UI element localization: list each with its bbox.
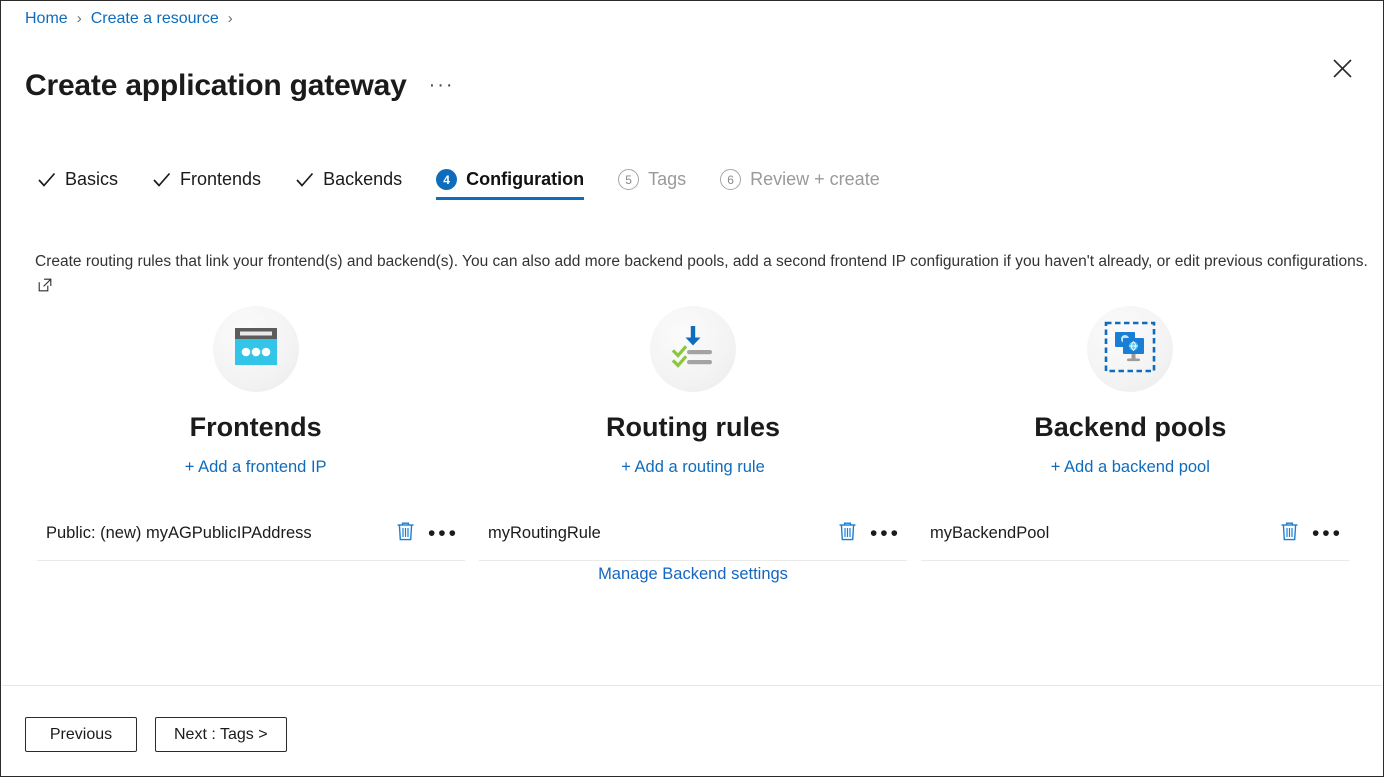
check-icon — [37, 170, 56, 189]
column-frontends-title: Frontends — [190, 410, 322, 444]
backend-pools-icon-circle — [1087, 306, 1173, 392]
column-backend-pools-title: Backend pools — [1034, 410, 1226, 444]
step-number-badge: 5 — [618, 169, 639, 190]
delete-backend-pool-button[interactable] — [1277, 521, 1303, 547]
trash-icon — [838, 521, 857, 546]
breadcrumb-separator-icon-2: › — [228, 8, 233, 30]
title-row: Create application gateway ··· — [25, 45, 455, 127]
tab-review-create[interactable]: 6 Review + create — [720, 169, 880, 200]
column-routing-rules-title: Routing rules — [606, 410, 780, 444]
tab-configuration-label: Configuration — [466, 169, 584, 190]
external-link-icon[interactable] — [38, 275, 52, 300]
page-description: Create routing rules that link your fron… — [35, 249, 1373, 300]
backend-pool-item-actions: ••• — [1277, 521, 1349, 547]
column-backend-pools: Backend pools + Add a backend pool — [912, 306, 1349, 477]
frontends-window-icon — [232, 325, 280, 374]
footer-divider — [2, 685, 1382, 686]
active-tab-underline — [436, 197, 584, 200]
routing-rule-item-row: myRoutingRule ••• — [479, 519, 907, 561]
frontend-more-menu-icon[interactable]: ••• — [428, 529, 459, 539]
create-application-gateway-page: Home › Create a resource › Create applic… — [0, 0, 1384, 777]
add-routing-rule-link[interactable]: + Add a routing rule — [621, 458, 765, 477]
tab-backends-label: Backends — [323, 169, 402, 190]
backend-pool-item-name: myBackendPool — [921, 524, 1049, 543]
check-icon — [152, 170, 171, 189]
breadcrumb-item-home[interactable]: Home — [25, 8, 68, 30]
add-backend-pool-link[interactable]: + Add a backend pool — [1051, 458, 1210, 477]
close-button[interactable] — [1323, 49, 1361, 87]
frontend-item-row: Public: (new) myAGPublicIPAddress ••• — [37, 519, 465, 561]
tab-frontends-label: Frontends — [180, 169, 261, 190]
tab-tags[interactable]: 5 Tags — [618, 169, 686, 200]
backend-pools-icon — [1104, 321, 1156, 378]
step-number-badge: 4 — [436, 169, 457, 190]
tab-basics[interactable]: Basics — [37, 169, 118, 200]
configuration-item-rows: Public: (new) myAGPublicIPAddress ••• — [37, 519, 1349, 561]
backend-pool-item-row: myBackendPool ••• — [921, 519, 1349, 561]
close-icon — [1332, 58, 1353, 79]
next-tags-button[interactable]: Next : Tags > — [155, 717, 287, 752]
routing-rules-icon-circle — [650, 306, 736, 392]
tab-configuration[interactable]: 4 Configuration — [436, 169, 584, 200]
column-routing-rules: Routing rules + Add a routing rule — [474, 306, 911, 477]
routing-rule-more-menu-icon[interactable]: ••• — [870, 529, 901, 539]
add-frontend-ip-link[interactable]: + Add a frontend IP — [185, 458, 327, 477]
page-title: Create application gateway — [25, 65, 407, 107]
wizard-tabs: Basics Frontends Backends 4 Configuratio… — [37, 169, 914, 200]
page-description-text: Create routing rules that link your fron… — [35, 253, 1368, 270]
delete-frontend-button[interactable] — [393, 521, 419, 547]
frontends-icon-circle — [213, 306, 299, 392]
frontend-item-actions: ••• — [393, 521, 465, 547]
breadcrumb: Home › Create a resource › — [25, 8, 242, 30]
tab-tags-label: Tags — [648, 169, 686, 190]
manage-backend-settings-link[interactable]: Manage Backend settings — [37, 565, 1349, 584]
backend-pool-more-menu-icon[interactable]: ••• — [1312, 529, 1343, 539]
check-icon — [295, 170, 314, 189]
breadcrumb-item-create-a-resource[interactable]: Create a resource — [91, 8, 219, 30]
footer-actions: Previous Next : Tags > — [25, 717, 287, 752]
manage-backend-settings-label: Manage Backend settings — [598, 565, 788, 584]
delete-routing-rule-button[interactable] — [835, 521, 861, 547]
previous-button[interactable]: Previous — [25, 717, 137, 752]
trash-icon — [396, 521, 415, 546]
column-frontends: Frontends + Add a frontend IP — [37, 306, 474, 477]
tab-frontends[interactable]: Frontends — [152, 169, 261, 200]
frontend-item-name: Public: (new) myAGPublicIPAddress — [37, 524, 312, 543]
tab-review-create-label: Review + create — [750, 169, 880, 190]
routing-rule-item-actions: ••• — [835, 521, 907, 547]
routing-rule-item-name: myRoutingRule — [479, 524, 601, 543]
tab-backends[interactable]: Backends — [295, 169, 402, 200]
tab-basics-label: Basics — [65, 169, 118, 190]
routing-rules-icon — [669, 324, 717, 375]
breadcrumb-separator-icon: › — [77, 8, 82, 30]
configuration-columns: Frontends + Add a frontend IP Routing ru — [37, 306, 1349, 477]
trash-icon — [1280, 521, 1299, 546]
step-number-badge: 6 — [720, 169, 741, 190]
page-more-menu-icon[interactable]: ··· — [429, 74, 455, 97]
